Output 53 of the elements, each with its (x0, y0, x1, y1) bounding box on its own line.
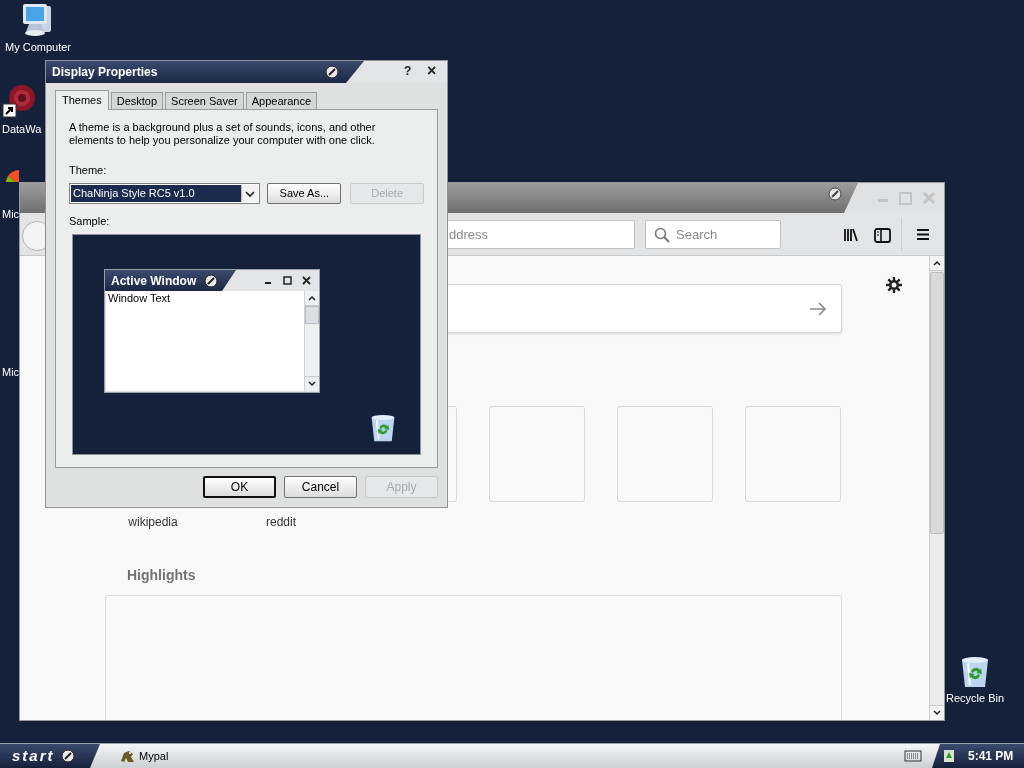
theme-dropdown[interactable]: ChaNinja Style RC5 v1.0 (69, 182, 261, 204)
desktop-icon-label[interactable]: Recycle Bin (945, 692, 1005, 705)
field-label: Theme: (69, 163, 108, 178)
clock: 5:41 PM (968, 748, 1014, 765)
top-site-tile[interactable] (617, 406, 713, 502)
top-site-tile[interactable] (745, 406, 841, 502)
field-label: Sample: (69, 213, 111, 229)
search-field[interactable]: Search (645, 220, 781, 249)
close-icon (302, 276, 311, 285)
scroll-thumb[interactable] (930, 272, 944, 534)
network-icon[interactable] (942, 748, 956, 764)
desktop-icon-label[interactable]: Mic (2, 208, 20, 221)
theme-badge-icon (828, 187, 842, 201)
top-site-label[interactable]: reddit (266, 513, 296, 531)
menu-icon[interactable] (916, 228, 930, 241)
theme-badge-icon (204, 273, 218, 288)
desktop-icon-label[interactable]: Mic (2, 366, 20, 379)
top-site-label[interactable]: wikipedia (128, 513, 178, 531)
scrollbar[interactable] (929, 256, 944, 720)
description-text: A theme is a background plus a set of sounds, icons, and other elements to help you personalize your computer with one click. (69, 121, 377, 147)
taskbar-button[interactable]: Mypal (117, 746, 171, 766)
maximize-icon (283, 276, 292, 285)
app-icon (119, 749, 135, 763)
window-text: Window Text (107, 291, 172, 306)
scroll-up-icon[interactable] (930, 256, 944, 271)
arrow-right-icon[interactable] (809, 301, 827, 316)
desktop-icon-label[interactable]: My Computer (5, 41, 71, 54)
scroll-down-icon[interactable] (930, 705, 944, 720)
tab[interactable]: Screen Saver (165, 92, 244, 109)
side-button[interactable]: Save As... (267, 182, 342, 204)
library-icon[interactable] (843, 227, 859, 243)
dialog-button[interactable]: Cancel (284, 476, 357, 498)
theme-badge-icon (60, 749, 75, 763)
close-button[interactable]: × (427, 62, 437, 80)
recycle-bin-icon[interactable] (959, 655, 991, 689)
recycle-bin-icon (369, 413, 397, 443)
tab[interactable]: Themes (55, 90, 109, 110)
tab[interactable]: Desktop (110, 92, 164, 109)
dialog-button[interactable]: OK (203, 476, 276, 498)
start-button[interactable]: start (0, 744, 100, 768)
window-title: Display Properties (52, 64, 158, 81)
help-button[interactable]: ? (404, 63, 412, 79)
sidebar-icon[interactable] (874, 228, 891, 243)
desktop-icon-label[interactable]: DataWa (2, 123, 42, 136)
top-site-tile[interactable] (489, 406, 585, 502)
theme-badge-icon (325, 65, 339, 79)
tab[interactable]: Appearance (245, 92, 318, 109)
settings-icon[interactable] (885, 276, 903, 294)
section-heading: Highlights (127, 566, 196, 585)
search-icon (654, 226, 670, 243)
keyboard-icon[interactable] (904, 749, 922, 763)
window-title: Active Window (111, 272, 197, 290)
shortcut-icon[interactable] (2, 84, 36, 120)
